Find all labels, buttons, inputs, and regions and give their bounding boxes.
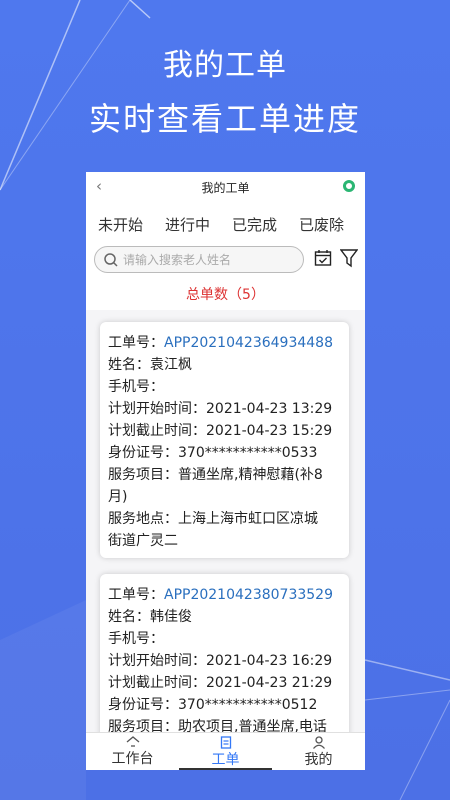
order-number-row: 工单号：APP2021042380733529 bbox=[108, 584, 341, 606]
service-row: 服务项目：普通坐席,精神慰藉(补8 bbox=[108, 467, 323, 483]
plan-end-row: 计划截止时间：2021-04-23 21:29 bbox=[108, 675, 333, 691]
search-row: 请输入搜索老人姓名 bbox=[86, 240, 365, 280]
search-placeholder: 请输入搜索老人姓名 bbox=[123, 253, 232, 267]
name-row: 姓名：韩佳俊 bbox=[108, 609, 192, 625]
app-header: ‹ 我的工单 bbox=[86, 172, 365, 202]
phone-screen: ‹ 我的工单 未开始 进行中 已完成 已废除 请输入搜索老人姓名 总单数（5） bbox=[86, 172, 365, 770]
order-number[interactable]: APP2021042364934488 bbox=[164, 335, 333, 351]
order-list: 工单号：APP2021042364934488 姓名：袁江枫 手机号： 计划开始… bbox=[86, 310, 365, 742]
nav-label: 我的 bbox=[304, 752, 333, 768]
tab-in-progress[interactable]: 进行中 bbox=[165, 202, 210, 240]
page-title: 我的工单 bbox=[201, 181, 250, 195]
order-number-label: 工单号： bbox=[108, 335, 164, 351]
plan-end-row: 计划截止时间：2021-04-23 15:29 bbox=[108, 423, 333, 439]
order-number[interactable]: APP2021042380733529 bbox=[164, 587, 333, 603]
record-icon[interactable] bbox=[343, 180, 355, 192]
phone-row: 手机号： bbox=[108, 631, 164, 647]
nav-workbench[interactable]: 工作台 bbox=[86, 733, 179, 770]
nav-orders[interactable]: 工单 bbox=[179, 733, 272, 770]
total-count: 总单数（5） bbox=[86, 280, 365, 310]
name-row: 姓名：袁江枫 bbox=[108, 357, 192, 373]
order-number-row: 工单号：APP2021042364934488 bbox=[108, 332, 341, 354]
address-row: 服务地点：上海上海市虹口区凉城 bbox=[108, 511, 318, 527]
address-row-cont: 街道广灵二 bbox=[108, 533, 178, 549]
order-card[interactable]: 工单号：APP2021042380733529 姓名：韩佳俊 手机号： 计划开始… bbox=[100, 574, 349, 742]
tab-cancelled[interactable]: 已废除 bbox=[299, 202, 344, 240]
status-tabs: 未开始 进行中 已完成 已废除 bbox=[86, 202, 365, 244]
phone-row: 手机号： bbox=[108, 379, 164, 395]
home-icon bbox=[126, 736, 139, 747]
service-row-cont: 月) bbox=[108, 489, 128, 505]
promo-subtitle: 实时查看工单进度 bbox=[88, 100, 361, 138]
search-icon bbox=[104, 252, 118, 267]
id-number-row: 身份证号：370***********0512 bbox=[108, 697, 318, 713]
document-icon bbox=[220, 736, 231, 749]
bottom-nav: 工作台 工单 我的 bbox=[86, 732, 365, 770]
user-icon bbox=[312, 736, 325, 749]
nav-mine[interactable]: 我的 bbox=[272, 733, 365, 770]
calendar-check-icon[interactable] bbox=[314, 249, 332, 267]
tab-completed[interactable]: 已完成 bbox=[232, 202, 277, 240]
plan-start-row: 计划开始时间：2021-04-23 16:29 bbox=[108, 653, 333, 669]
id-number-row: 身份证号：370***********0533 bbox=[108, 445, 318, 461]
plan-start-row: 计划开始时间：2021-04-23 13:29 bbox=[108, 401, 333, 417]
order-card[interactable]: 工单号：APP2021042364934488 姓名：袁江枫 手机号： 计划开始… bbox=[100, 322, 349, 558]
tab-not-started[interactable]: 未开始 bbox=[98, 202, 143, 244]
nav-label: 工单 bbox=[211, 752, 240, 768]
order-number-label: 工单号： bbox=[108, 587, 164, 603]
filter-icon[interactable] bbox=[340, 248, 358, 268]
promo-title: 我的工单 bbox=[163, 48, 287, 83]
nav-label: 工作台 bbox=[111, 751, 154, 767]
search-input[interactable]: 请输入搜索老人姓名 bbox=[94, 246, 304, 273]
